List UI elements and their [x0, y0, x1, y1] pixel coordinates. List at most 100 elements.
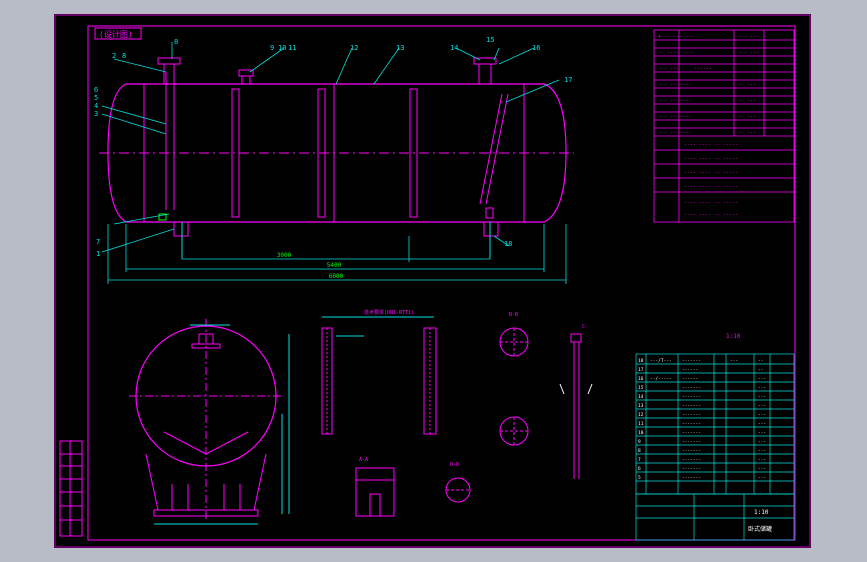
dim-total: 5400 [327, 262, 342, 269]
svg-text:14: 14 [638, 394, 644, 400]
scale-note: 1:10 [726, 333, 741, 340]
tech-spec-table [653, 29, 795, 223]
svg-text:------: ------ [694, 66, 712, 72]
svg-text:5: 5 [94, 94, 98, 102]
svg-text:------: ------ [682, 377, 698, 382]
svg-text:7: 7 [638, 457, 641, 463]
svg-text:---: --- [758, 476, 766, 481]
svg-text:-- ---: -- --- [738, 114, 756, 120]
svg-text:---: --- [758, 404, 766, 409]
svg-text:-------: ------- [682, 476, 701, 481]
svg-text:9: 9 [638, 439, 641, 445]
svg-text:--- -- ----: --- -- ---- [658, 98, 691, 104]
dim-overall: 6000 [329, 273, 344, 280]
svg-text:---: --- [758, 413, 766, 418]
section-a-view [355, 467, 395, 517]
cad-viewport[interactable]: (设计图) 2 8 8 6 5 4 3 7 1 9 10 11 12 13 14… [54, 14, 811, 548]
pipe-detail [559, 333, 593, 479]
svg-text:9: 9 [270, 44, 274, 52]
svg-text:-------: ------- [682, 404, 701, 409]
section-a-label: A-A [359, 457, 368, 463]
svg-text:-------: ------- [682, 359, 701, 364]
svg-text:11: 11 [638, 421, 644, 427]
svg-text:12: 12 [350, 44, 358, 52]
svg-text:1: 1 [96, 250, 100, 258]
dim-support: 3000 [277, 252, 292, 259]
svg-text:---: --- [758, 377, 766, 382]
svg-text:-- ---: -- --- [738, 82, 756, 88]
vessel-side-view [129, 319, 290, 525]
tech-table-text: +--- --- --- --- --- -- ---- ---- --- --- … [658, 34, 759, 218]
svg-text:-- ---: -- --- [738, 130, 756, 136]
svg-text:---- ---- -- -----: ---- ---- -- ----- [684, 200, 738, 206]
svg-text:+--- --- ---: +--- --- --- [658, 34, 694, 40]
svg-text:15: 15 [638, 385, 644, 391]
vessel-shell [107, 83, 567, 223]
svg-text:--- -- ----: --- -- ---- [658, 130, 691, 136]
svg-text:---: --- [758, 431, 766, 436]
svg-text:-------: ------- [682, 440, 701, 445]
svg-text:---- ---- -- -----: ---- ---- -- ----- [684, 142, 738, 148]
svg-text:-------: ------- [682, 431, 701, 436]
title-block-name: 卧式储罐 [748, 525, 772, 533]
svg-text:15: 15 [486, 36, 494, 44]
svg-text:16: 16 [638, 376, 644, 382]
svg-text:---: --- [758, 440, 766, 445]
svg-text:10: 10 [638, 430, 644, 436]
svg-text:-------: ------- [682, 458, 701, 463]
svg-text:6: 6 [94, 86, 98, 94]
svg-text:-- ---- ----: -- ---- ---- [658, 50, 694, 56]
svg-text:18: 18 [638, 358, 644, 364]
parts-list [635, 353, 795, 495]
svg-text:13: 13 [396, 44, 404, 52]
svg-text:---: --- [758, 422, 766, 427]
vessel-front-view [99, 57, 574, 259]
svg-text:---: --- [758, 449, 766, 454]
svg-text:---: --- [758, 467, 766, 472]
svg-text:-------: ------- [682, 449, 701, 454]
section-b-label: B-B [509, 312, 518, 318]
svg-text:17: 17 [564, 76, 572, 84]
svg-text:12: 12 [638, 412, 644, 418]
baffle-view-label: 技术要求(DN1-NTT1) [364, 309, 414, 316]
svg-text:13: 13 [638, 403, 644, 409]
baffle-detail-views [321, 316, 437, 435]
svg-text:--/-----: --/----- [650, 376, 672, 382]
title-block-scale: 1:10 [754, 509, 769, 516]
svg-text:---- ---- -- -----: ---- ---- -- ----- [684, 212, 738, 218]
svg-text:---: --- [730, 359, 738, 364]
section-c-label: C [582, 324, 585, 330]
parts-list-text: 18 ---/T--- ------- --- -- 17 ------ -- 16 --/-… [638, 358, 766, 481]
svg-text:---- ---- -- -----: ---- ---- -- ----- [684, 184, 738, 190]
svg-text:---/T---: ---/T--- [650, 358, 672, 364]
svg-text:---: --- [758, 395, 766, 400]
svg-text:--: -- [758, 359, 763, 364]
svg-text:5: 5 [638, 475, 641, 481]
svg-text:------: ------ [682, 368, 698, 373]
svg-text:8: 8 [174, 38, 178, 46]
svg-text:--- ---: --- --- [738, 50, 759, 56]
svg-text:8: 8 [122, 52, 126, 60]
svg-text:---- ---- -- -----: ---- ---- -- ----- [684, 156, 738, 162]
svg-text:-------: ------- [682, 467, 701, 472]
svg-text:11: 11 [288, 44, 296, 52]
svg-text:-------: ------- [682, 395, 701, 400]
svg-text:4: 4 [94, 102, 98, 110]
svg-text:--- -- ----: --- -- ---- [658, 82, 691, 88]
svg-text:18: 18 [504, 240, 512, 248]
svg-text:---- ---- -- -----: ---- ---- -- ----- [684, 170, 738, 176]
svg-text:-------: ------- [682, 413, 701, 418]
title-block [635, 493, 795, 541]
svg-text:---: --- [758, 386, 766, 391]
svg-text:16: 16 [532, 44, 540, 52]
svg-text:14: 14 [450, 44, 458, 52]
svg-text:--- ---: --- --- [738, 34, 759, 40]
svg-text:2: 2 [112, 52, 116, 60]
svg-text:--: -- [758, 368, 763, 373]
svg-text:6: 6 [638, 466, 641, 472]
svg-text:---: --- [758, 458, 766, 463]
svg-text:3: 3 [94, 110, 98, 118]
svg-text:8: 8 [638, 448, 641, 454]
svg-text:-------: ------- [682, 386, 701, 391]
left-revision-table [59, 440, 83, 537]
